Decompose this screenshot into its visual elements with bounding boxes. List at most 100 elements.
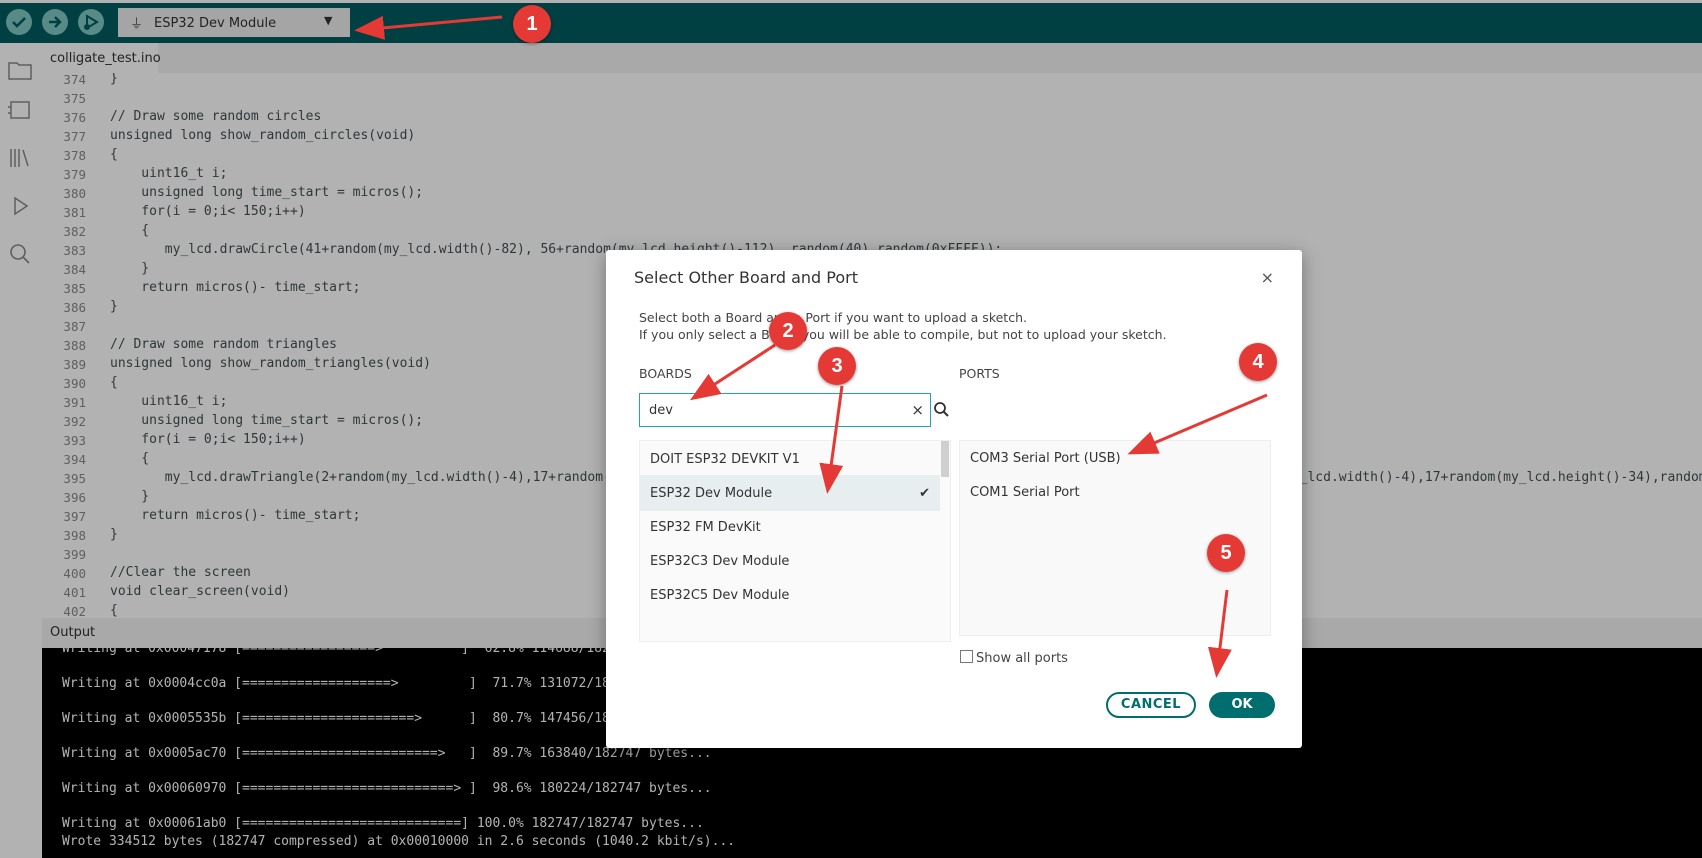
usb-icon: ⏚	[130, 17, 144, 32]
code-text: //Clear the screen	[110, 565, 251, 580]
tab-bar: colligate_test.ino	[42, 43, 1702, 75]
tab-label: colligate_test.ino	[50, 51, 161, 66]
dialog-description-1: Select both a Board and a Port if you wa…	[639, 310, 1027, 325]
annotation-badge-2: 2	[769, 312, 807, 350]
code-line: 380 unsigned long time_start = micros();	[42, 185, 1702, 204]
console-line: Writing at 0x00060970 [=================…	[62, 781, 712, 796]
debug-icon[interactable]	[5, 191, 35, 221]
code-line: 377 unsigned long show_random_circles(voi…	[42, 128, 1702, 147]
code-text: unsigned long show_random_circles(void)	[110, 128, 416, 143]
line-number: 394	[63, 452, 86, 467]
library-icon[interactable]	[5, 143, 35, 173]
line-number: 399	[63, 547, 86, 562]
board-search-value: dev	[649, 403, 673, 418]
port-item[interactable]: COM1 Serial Port	[970, 485, 1080, 500]
dialog-description-2: If you only select a Board you will be a…	[639, 327, 1167, 342]
board-item-label: DOIT ESP32 DEVKIT V1	[650, 452, 800, 467]
code-text: {	[110, 375, 118, 390]
output-title: Output	[50, 625, 96, 640]
line-number: 390	[63, 376, 86, 391]
code-text: for(i = 0;i< 150;i++)	[110, 204, 306, 219]
board-manager-icon[interactable]	[5, 95, 35, 125]
show-all-ports-label: Show all ports	[976, 651, 1068, 666]
folder-icon[interactable]	[5, 55, 35, 85]
code-text: void clear_screen(void)	[110, 584, 291, 599]
verify-button[interactable]	[6, 9, 32, 35]
cancel-button[interactable]: CANCEL	[1106, 692, 1196, 718]
clear-icon[interactable]: ×	[911, 401, 924, 419]
debug-icon	[84, 14, 99, 30]
board-item[interactable]: ESP32C3 Dev Module	[640, 543, 940, 579]
line-number: 397	[63, 509, 86, 524]
line-number: 384	[63, 262, 86, 277]
line-number: 383	[63, 243, 86, 258]
code-text: return micros()- time_start;	[110, 280, 361, 295]
line-number: 391	[63, 395, 86, 410]
board-item-label: ESP32 Dev Module	[650, 486, 773, 501]
code-text: // Draw some random circles	[110, 109, 322, 124]
upload-button[interactable]	[42, 9, 68, 35]
line-number: 375	[63, 91, 86, 106]
code-text: {	[110, 451, 150, 466]
line-number: 393	[63, 433, 86, 448]
code-text: }	[110, 489, 150, 504]
annotation-badge-4: 4	[1239, 343, 1277, 381]
boards-scrollbar[interactable]	[941, 441, 949, 477]
line-number: 402	[63, 604, 86, 618]
board-item-label: ESP32C5 Dev Module	[650, 588, 790, 603]
line-number: 381	[63, 205, 86, 220]
dialog-title: Select Other Board and Port	[634, 268, 858, 287]
board-item[interactable]: ESP32 FM DevKit	[640, 509, 940, 545]
annotation-badge-1: 1	[513, 5, 551, 43]
line-number: 398	[63, 528, 86, 543]
line-number: 378	[63, 148, 86, 163]
ok-button[interactable]: OK	[1209, 692, 1275, 718]
line-number: 389	[63, 357, 86, 372]
port-item[interactable]: COM3 Serial Port (USB)	[970, 451, 1121, 466]
board-item[interactable]: ESP32C5 Dev Module	[640, 577, 940, 613]
boards-list[interactable]: DOIT ESP32 DEVKIT V1 ESP32 Dev Module ✔ ESP…	[639, 440, 951, 642]
board-selector-label: ESP32 Dev Module	[154, 16, 277, 31]
line-number: 392	[63, 414, 86, 429]
line-number: 385	[63, 281, 86, 296]
board-selector[interactable]: ⏚ ESP32 Dev Module ▼	[118, 8, 350, 37]
line-number: 382	[63, 224, 86, 239]
console-line: Wrote 334512 bytes (182747 compressed) a…	[62, 833, 736, 849]
line-number: 387	[63, 319, 86, 334]
check-icon	[12, 17, 26, 28]
arrow-right-icon	[49, 16, 62, 28]
annotation-badge-3: 3	[818, 347, 856, 385]
code-line: 375	[42, 90, 1702, 109]
chevron-down-icon: ▼	[324, 14, 333, 27]
checkbox-box[interactable]	[960, 650, 973, 663]
code-line: 378 {	[42, 147, 1702, 166]
line-number: 374	[63, 73, 86, 87]
board-item[interactable]: ESP32 Dev Module ✔	[640, 475, 940, 511]
search-icon[interactable]	[5, 239, 35, 269]
board-item[interactable]: DOIT ESP32 DEVKIT V1	[640, 441, 940, 477]
tab-colligate-test[interactable]: colligate_test.ino	[42, 43, 161, 75]
code-text: unsigned long show_random_triangles(void…	[110, 356, 431, 371]
board-item-label: ESP32 FM DevKit	[650, 520, 761, 535]
code-line: 376 // Draw some random circles	[42, 109, 1702, 128]
code-line: 379 uint16_t i;	[42, 166, 1702, 185]
console-line: Writing at 0x0005ac70 [=================…	[62, 746, 712, 761]
line-number: 395	[63, 471, 86, 486]
code-text: {	[110, 147, 118, 162]
debug-button[interactable]	[78, 9, 104, 35]
annotation-badge-5: 5	[1207, 534, 1245, 572]
close-icon[interactable]: ×	[1261, 268, 1274, 287]
code-text: }	[110, 73, 118, 86]
line-number: 401	[63, 585, 86, 600]
line-number: 379	[63, 167, 86, 182]
code-line: 382 {	[42, 223, 1702, 242]
code-text: return micros()- time_start;	[110, 508, 361, 523]
code-text: uint16_t i;	[110, 394, 228, 409]
board-search-input[interactable]: dev ×	[639, 393, 931, 427]
code-text: }	[110, 527, 118, 542]
ports-label: PORTS	[959, 366, 1000, 381]
boards-label: BOARDS	[639, 366, 692, 381]
search-icon[interactable]	[932, 400, 952, 420]
show-all-ports-checkbox[interactable]: Show all ports	[960, 650, 1068, 666]
code-line: 374}	[42, 73, 1702, 90]
